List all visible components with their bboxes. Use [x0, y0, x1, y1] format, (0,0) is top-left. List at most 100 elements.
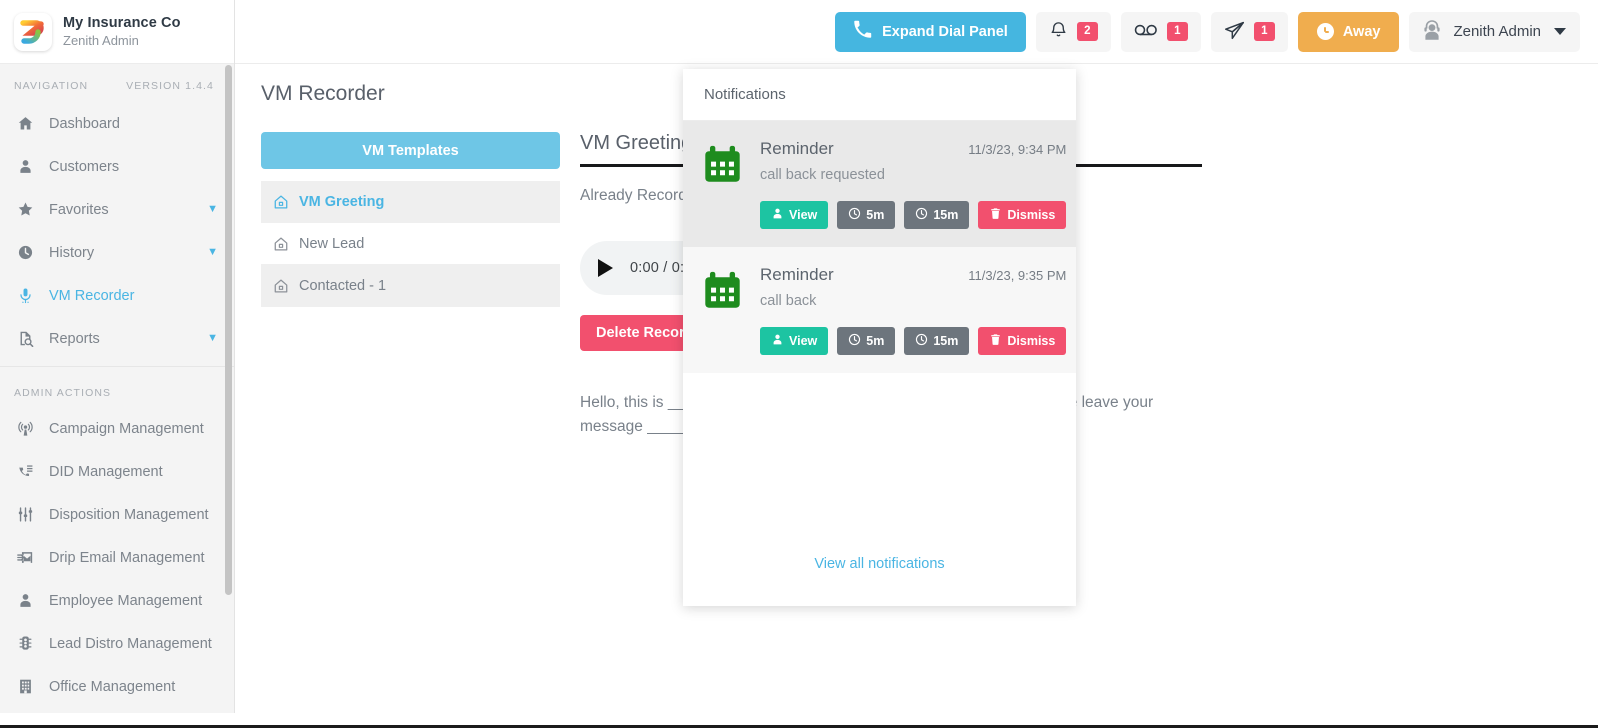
version-label: VERSION 1.4.4 — [126, 80, 214, 92]
notification-view-button[interactable]: View — [760, 201, 829, 229]
email-arrow-icon — [14, 549, 36, 566]
notification-time: 11/3/23, 9:34 PM — [968, 142, 1067, 157]
notification-title: Reminder — [760, 265, 834, 284]
notification-dismiss-label: Dismiss — [1007, 208, 1056, 222]
play-icon[interactable] — [598, 259, 613, 277]
template-list: VM Greeting New Lead Contacted - 1 — [261, 181, 560, 307]
sidebar-item-campaign-management[interactable]: Campaign Management — [0, 407, 234, 450]
view-all-notifications-link[interactable]: View all notifications — [814, 556, 944, 572]
sidebar-item-disposition-management[interactable]: Disposition Management — [0, 493, 234, 536]
sidebar-item-history[interactable]: History ▼ — [0, 231, 234, 274]
notification-snooze-5m-button[interactable]: 5m — [837, 327, 896, 355]
voicemail-button[interactable]: 1 — [1120, 11, 1201, 52]
status-button[interactable]: Away — [1297, 11, 1400, 52]
phone-icon — [853, 20, 872, 43]
notification-dismiss-button[interactable]: Dismiss — [978, 327, 1067, 355]
calendar-icon — [701, 265, 744, 355]
detail-title: VM Greeting — [580, 132, 693, 154]
clock-icon — [14, 244, 36, 261]
status-label: Away — [1342, 23, 1381, 40]
sidebar-item-drip-email-management[interactable]: Drip Email Management — [0, 536, 234, 579]
voicemail-badge: 1 — [1166, 21, 1188, 42]
trash-icon — [989, 333, 1002, 349]
sidebar: My Insurance Co Zenith Admin NAVIGATION … — [0, 0, 235, 713]
notification-actions: View 5m 15m Dismiss — [760, 327, 1067, 355]
admin-section-header: ADMIN ACTIONS — [0, 367, 234, 407]
chevron-down-icon[interactable]: ▼ — [207, 247, 218, 258]
notification-snooze-15m-button[interactable]: 15m — [904, 201, 970, 229]
template-item-new-lead[interactable]: New Lead — [261, 223, 560, 265]
admin-section-label: ADMIN ACTIONS — [14, 387, 112, 399]
home-icon — [273, 278, 289, 294]
sidebar-item-reports[interactable]: Reports ▼ — [0, 317, 234, 360]
vm-templates-button[interactable]: VM Templates — [261, 132, 560, 169]
sidebar-item-label: VM Recorder — [49, 287, 135, 304]
notification-view-button[interactable]: View — [760, 327, 829, 355]
chevron-down-icon[interactable]: ▼ — [207, 204, 218, 215]
sidebar-item-favorites[interactable]: Favorites ▼ — [0, 188, 234, 231]
sidebar-item-label: Employee Management — [49, 592, 203, 609]
report-search-icon — [14, 330, 36, 347]
template-item-vm-greeting[interactable]: VM Greeting — [261, 181, 560, 223]
template-item-label: New Lead — [299, 235, 365, 252]
brand-header[interactable]: My Insurance Co Zenith Admin — [0, 0, 234, 64]
app-logo-icon — [14, 12, 52, 51]
notifications-dropdown-title: Notifications — [683, 69, 1076, 121]
notification-snooze-5m-button[interactable]: 5m — [837, 201, 896, 229]
home-icon — [273, 194, 289, 210]
star-icon — [14, 201, 36, 218]
traffic-light-icon — [14, 635, 36, 652]
notification-message: call back requested — [760, 167, 885, 183]
notification-snooze-15m-label: 15m — [933, 334, 959, 348]
sliders-icon — [14, 506, 36, 523]
sidebar-item-employee-management[interactable]: Employee Management — [0, 579, 234, 622]
notification-snooze-15m-button[interactable]: 15m — [904, 327, 970, 355]
sidebar-item-label: DID Management — [49, 463, 163, 480]
home-icon — [14, 115, 36, 132]
trash-icon — [989, 207, 1002, 223]
sidebar-item-label: Reports — [49, 330, 100, 347]
phone-list-icon — [14, 463, 36, 480]
clock-icon — [915, 207, 928, 223]
app-root: My Insurance Co Zenith Admin NAVIGATION … — [0, 0, 1598, 728]
expand-dial-panel-button[interactable]: Expand Dial Panel — [835, 11, 1026, 52]
notification-title: Reminder — [760, 139, 834, 158]
sidebar-item-vm-recorder[interactable]: VM Recorder — [0, 274, 234, 317]
messages-badge: 1 — [1253, 21, 1275, 42]
notification-view-label: View — [789, 334, 818, 348]
sidebar-item-lead-distro-management[interactable]: Lead Distro Management — [0, 622, 234, 665]
clock-icon — [848, 207, 861, 223]
sidebar-item-customers[interactable]: Customers — [0, 145, 234, 188]
sidebar-item-label: Dashboard — [49, 115, 120, 132]
notification-time: 11/3/23, 9:35 PM — [968, 268, 1067, 283]
sidebar-scrollbar-thumb[interactable] — [225, 65, 232, 595]
notification-message: call back — [760, 293, 817, 309]
sidebar-item-dashboard[interactable]: Dashboard — [0, 102, 234, 145]
user-menu-label: Zenith Admin — [1453, 23, 1541, 40]
top-header: Expand Dial Panel 2 1 1 Away Zenith Admi… — [235, 0, 1598, 64]
notification-item[interactable]: Reminder 11/3/23, 9:34 PM call back requ… — [683, 121, 1076, 247]
templates-column: VM Templates VM Greeting New Lead Contac… — [261, 132, 560, 439]
messages-button[interactable]: 1 — [1210, 11, 1288, 52]
sidebar-item-did-management[interactable]: DID Management — [0, 450, 234, 493]
template-item-contacted-1[interactable]: Contacted - 1 — [261, 265, 560, 307]
notifications-dropdown: Notifications Reminder 11/3/23, 9:34 PM … — [683, 69, 1076, 606]
user-icon — [771, 207, 784, 223]
clock-icon — [1316, 23, 1334, 40]
sidebar-item-label: Office Management — [49, 678, 176, 695]
nav-section-header: NAVIGATION VERSION 1.4.4 — [0, 64, 234, 102]
notification-snooze-15m-label: 15m — [933, 208, 959, 222]
sidebar-item-label: Campaign Management — [49, 420, 204, 437]
user-icon — [14, 158, 36, 175]
user-icon — [771, 333, 784, 349]
nav-section-label: NAVIGATION — [14, 80, 89, 92]
sidebar-item-office-management[interactable]: Office Management — [0, 665, 234, 708]
chevron-down-icon[interactable]: ▼ — [207, 333, 218, 344]
calendar-icon — [701, 139, 744, 229]
sidebar-scrollbar[interactable] — [225, 65, 233, 660]
notification-dismiss-button[interactable]: Dismiss — [978, 201, 1067, 229]
user-menu-button[interactable]: Zenith Admin — [1409, 11, 1580, 52]
notifications-button[interactable]: 2 — [1035, 11, 1111, 52]
notification-item[interactable]: Reminder 11/3/23, 9:35 PM call back View… — [683, 247, 1076, 373]
notification-view-label: View — [789, 208, 818, 222]
